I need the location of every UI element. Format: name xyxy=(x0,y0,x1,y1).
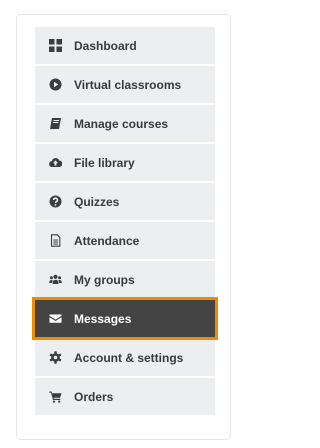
play-circle-icon xyxy=(49,78,62,91)
sidebar-item-label: Virtual classrooms xyxy=(74,77,182,92)
sidebar-item-virtual-classrooms[interactable]: Virtual classrooms xyxy=(35,66,215,103)
sidebar-item-manage-courses[interactable]: Manage courses xyxy=(35,105,215,142)
envelope-icon xyxy=(49,312,62,325)
sidebar-item-file-library[interactable]: File library xyxy=(35,144,215,181)
dashboard-grid-icon xyxy=(49,39,62,52)
book-icon xyxy=(49,117,62,130)
sidebar-menu: Dashboard Virtual classrooms Manage cour… xyxy=(32,27,218,417)
sidebar-item-label: Dashboard xyxy=(74,38,137,53)
document-icon xyxy=(49,234,62,247)
sidebar-item-messages[interactable]: Messages xyxy=(32,297,218,340)
sidebar-item-account-settings[interactable]: Account & settings xyxy=(35,339,215,376)
question-circle-icon xyxy=(49,195,62,208)
gear-icon xyxy=(49,351,62,364)
sidebar-item-orders[interactable]: Orders xyxy=(35,378,215,415)
users-icon xyxy=(49,273,62,286)
sidebar-item-quizzes[interactable]: Quizzes xyxy=(35,183,215,220)
cloud-upload-icon xyxy=(49,156,62,169)
sidebar-item-label: Messages xyxy=(74,311,132,326)
sidebar-item-dashboard[interactable]: Dashboard xyxy=(35,27,215,64)
sidebar-item-label: Account & settings xyxy=(74,350,184,365)
sidebar-item-label: Orders xyxy=(74,389,114,404)
sidebar-item-label: File library xyxy=(74,155,135,170)
sidebar-item-my-groups[interactable]: My groups xyxy=(35,261,215,298)
sidebar-item-label: Quizzes xyxy=(74,194,120,209)
sidebar-item-label: Attendance xyxy=(74,233,140,248)
shopping-cart-icon xyxy=(49,390,62,403)
sidebar-item-attendance[interactable]: Attendance xyxy=(35,222,215,259)
sidebar-item-label: My groups xyxy=(74,272,135,287)
sidebar-item-label: Manage courses xyxy=(74,116,169,131)
